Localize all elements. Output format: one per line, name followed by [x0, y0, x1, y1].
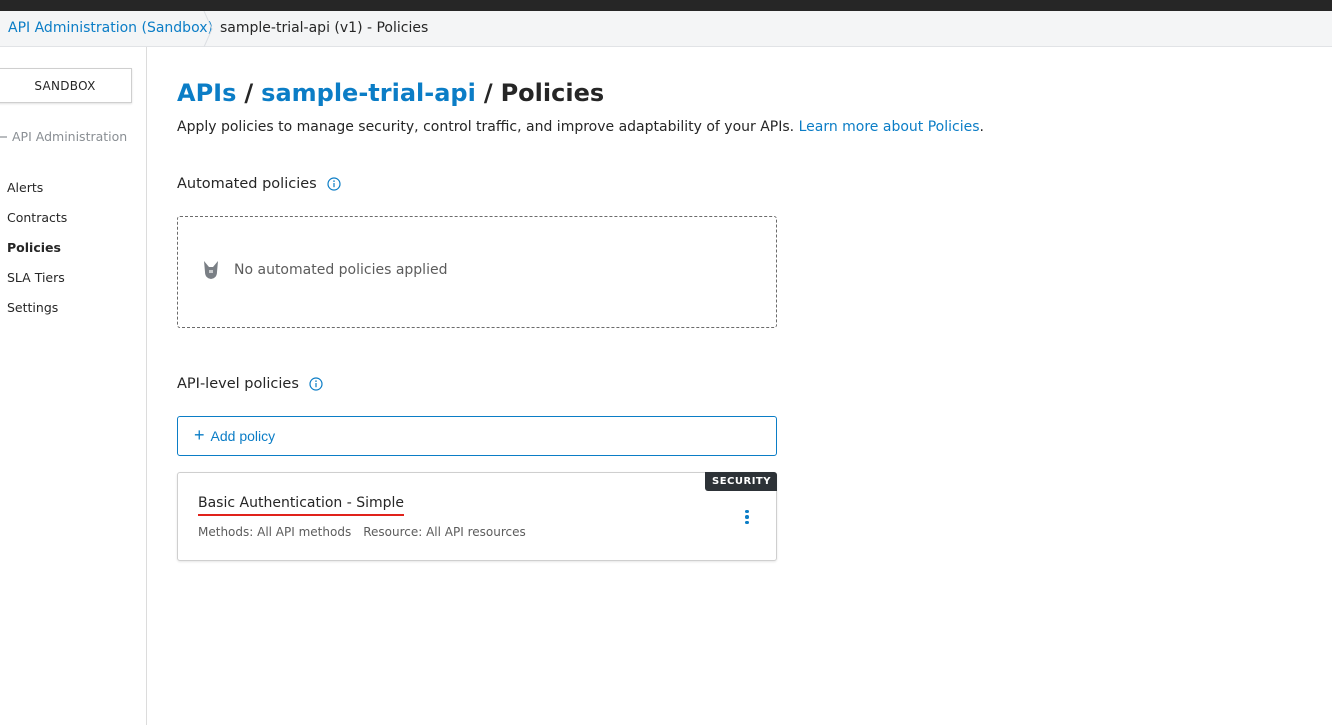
sidebar-nav: Alerts Contracts Policies SLA Tiers Sett…: [7, 179, 67, 329]
sidebar-item-alerts[interactable]: Alerts: [7, 179, 67, 209]
description-period: .: [979, 119, 984, 135]
arrow-left-icon: [0, 135, 7, 138]
api-level-policies-title: API-level policies: [177, 376, 299, 392]
title-current: Policies: [500, 79, 605, 107]
learn-more-link[interactable]: Learn more about Policies: [799, 119, 980, 135]
page-description: Apply policies to manage security, contr…: [177, 119, 984, 135]
back-link-label: API Administration: [12, 129, 128, 144]
plus-icon: +: [194, 425, 205, 445]
sidebar-item-sla-tiers[interactable]: SLA Tiers: [7, 269, 67, 299]
automated-policies-title: Automated policies: [177, 176, 317, 192]
title-link-apis[interactable]: APIs: [177, 79, 236, 107]
breadcrumb-current: sample-trial-api (v1) - Policies: [220, 20, 429, 36]
automated-policies-header: Automated policies: [177, 176, 341, 192]
more-options-icon[interactable]: [739, 507, 755, 527]
title-separator: /: [244, 79, 254, 107]
automated-policies-empty-state: No automated policies applied: [177, 216, 777, 328]
policy-methods: Methods: All API methods: [198, 525, 352, 539]
empty-state-message: No automated policies applied: [234, 262, 448, 278]
info-icon[interactable]: [327, 177, 341, 191]
policy-category-badge: SECURITY: [705, 472, 777, 491]
title-link-api-name[interactable]: sample-trial-api: [261, 79, 476, 107]
policy-meta: Methods: All API methods Resource: All AP…: [198, 525, 526, 539]
back-to-api-administration[interactable]: API Administration: [0, 129, 127, 144]
breadcrumb-bar: API Administration (Sandbox) sample-tria…: [0, 11, 1332, 47]
top-strip: [0, 0, 1332, 11]
info-icon[interactable]: [309, 377, 323, 391]
policy-resource: Resource: All API resources: [363, 525, 526, 539]
kebab-dot: [745, 520, 749, 525]
description-text: Apply policies to manage security, contr…: [177, 119, 795, 135]
add-policy-label: Add policy: [210, 428, 276, 444]
page-title: APIs / sample-trial-api / Policies: [177, 79, 604, 107]
api-level-policies-header: API-level policies: [177, 376, 323, 392]
environment-selector[interactable]: SANDBOX: [0, 68, 132, 103]
empty-state-content: No automated policies applied: [202, 260, 447, 280]
sidebar-item-policies[interactable]: Policies: [7, 239, 67, 269]
title-separator: /: [483, 79, 493, 107]
sidebar-item-contracts[interactable]: Contracts: [7, 209, 67, 239]
policy-name-link[interactable]: Basic Authentication - Simple: [198, 495, 405, 516]
empty-state-icon: [204, 261, 218, 279]
policy-card: SECURITY Basic Authentication - Simple M…: [177, 472, 777, 561]
breadcrumb-separator: [203, 11, 213, 47]
kebab-dot: [745, 509, 749, 514]
kebab-dot: [745, 515, 749, 519]
breadcrumb-root-link[interactable]: API Administration (Sandbox): [8, 20, 213, 36]
add-policy-button[interactable]: + Add policy: [177, 416, 777, 456]
sidebar-item-settings[interactable]: Settings: [7, 299, 67, 329]
sidebar: SANDBOX API Administration Alerts Contra…: [0, 47, 147, 725]
